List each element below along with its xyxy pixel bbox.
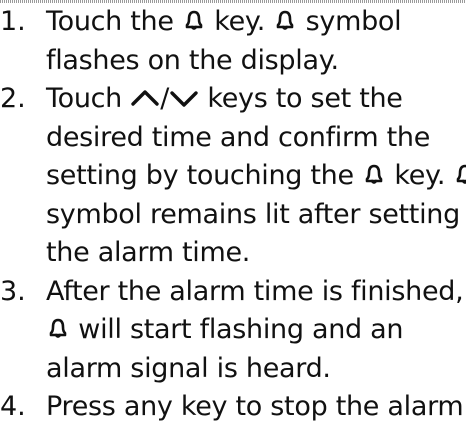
step-text-line: Touch / keys to set the	[46, 80, 466, 119]
instruction-list: 1. Touch the key. symbol flashes on the di…	[0, 3, 466, 427]
instruction-step: 1. Touch the key. symbol flashes on the di…	[0, 3, 466, 80]
step-text-line: flashes on the display.	[46, 42, 466, 81]
step-text-line: desired time and confirm the	[46, 119, 466, 158]
text-segment: Touch	[46, 83, 131, 114]
step-text-line: Press any key to stop the alarm.	[46, 388, 466, 427]
step-text-line: Touch the key. symbol	[46, 3, 466, 42]
step-number: 1.	[0, 6, 26, 37]
step-number: 3.	[0, 275, 26, 307]
text-segment: flashes on the display.	[46, 44, 339, 76]
bell-icon	[453, 162, 466, 186]
text-segment: key.	[386, 160, 454, 191]
step-number: 2.	[0, 83, 26, 114]
text-segment: symbol remains lit after setting	[46, 198, 460, 230]
bell-icon	[182, 8, 206, 32]
text-segment: key.	[205, 6, 274, 37]
bell-icon	[273, 8, 297, 32]
instruction-step: 2. Touch / keys to set the desired time an…	[0, 80, 466, 273]
bell-icon	[46, 316, 70, 340]
chevron-up-icon	[130, 85, 160, 109]
text-segment: the alarm time.	[46, 237, 251, 268]
text-segment: will start flashing and an	[70, 314, 404, 345]
text-segment: desired time and confirm the	[46, 121, 431, 153]
chevron-down-icon	[169, 85, 199, 109]
text-segment: keys to set the	[199, 83, 403, 114]
step-text-line: setting by touching the key.	[46, 157, 466, 196]
text-segment: alarm signal is heard.	[46, 352, 331, 384]
step-text-line: symbol remains lit after setting	[46, 196, 466, 235]
bell-icon	[362, 162, 386, 186]
step-text-line: After the alarm time is finished,	[46, 273, 466, 312]
step-number: 4.	[0, 391, 26, 422]
text-segment: symbol	[297, 6, 402, 37]
text-segment: After the alarm time is finished,	[46, 275, 464, 307]
text-segment: /	[160, 83, 170, 114]
text-segment: Touch the	[46, 6, 182, 37]
instruction-step: 4. Press any key to stop the alarm.	[0, 388, 466, 427]
step-text-line: alarm signal is heard.	[46, 350, 466, 389]
text-segment: Press any key to stop the alarm.	[46, 391, 466, 422]
instruction-step: 3. After the alarm time is finished, will…	[0, 273, 466, 389]
text-segment: setting by touching the	[46, 160, 363, 191]
step-text-line: will start flashing and an	[46, 311, 466, 350]
step-text-line: the alarm time.	[46, 234, 466, 273]
